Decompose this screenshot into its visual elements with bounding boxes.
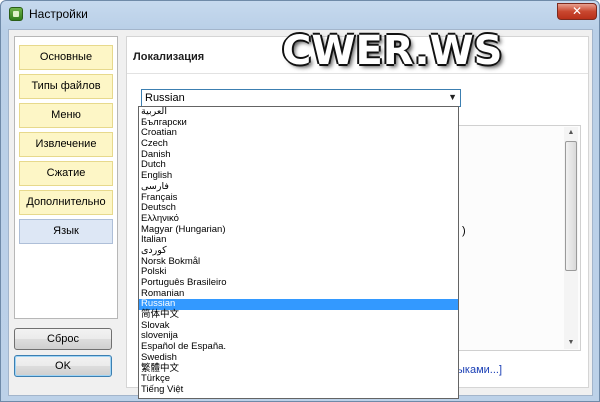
language-option[interactable]: Italian [139,235,458,246]
nav-item-advanced[interactable]: Дополнительно [19,190,113,215]
language-option[interactable]: Czech [139,138,458,150]
reset-button[interactable]: Сброс [14,328,112,350]
section-title: Локализация [133,51,205,63]
scroll-thumb[interactable] [565,141,577,271]
watermark-logo: CWER.WS [264,12,504,74]
nav-item-file-types[interactable]: Типы файлов [19,74,113,99]
language-option[interactable]: Norsk Bokmål [139,256,458,268]
watermark-text: CWER.WS [282,28,503,74]
language-option[interactable]: العربية [139,107,458,118]
language-option[interactable]: Deutsch [139,202,458,214]
language-option[interactable]: Croatian [139,128,458,139]
language-option[interactable]: Swedish [139,352,458,364]
partial-text: ) [462,225,466,237]
language-select-value: Russian [145,92,185,104]
scroll-up-icon[interactable]: ▲ [564,127,578,139]
close-button[interactable]: ✕ [557,3,597,20]
language-option[interactable]: English [139,170,458,182]
nav-item-general[interactable]: Основные [19,45,113,70]
language-option[interactable]: فارسی [139,181,458,193]
language-option[interactable]: Magyar (Hungarian) [139,224,458,236]
nav-panel: Основные Типы файлов Меню Извлечение Сжа… [14,36,118,319]
app-icon [9,7,23,21]
language-option[interactable]: 简体中文 [139,309,458,321]
ok-button[interactable]: OK [14,355,112,377]
language-option[interactable]: Türkçe [139,373,458,385]
language-dropdown-list[interactable]: العربية Български Croatian Czech Danish … [138,106,459,399]
nav-item-extraction[interactable]: Извлечение [19,132,113,157]
language-option[interactable]: Danish [139,149,458,161]
language-option[interactable]: Português Brasileiro [139,277,458,289]
language-option[interactable]: 繁體中文 [139,363,458,375]
chevron-down-icon[interactable]: ▼ [448,92,457,102]
language-option[interactable]: Ελληνικό [139,213,458,225]
window-title: Настройки [29,7,88,21]
language-select[interactable]: Russian ▼ [141,89,461,107]
language-option[interactable]: Slovak [139,320,458,332]
language-option[interactable]: Français [139,192,458,204]
language-option-selected[interactable]: Russian [139,299,458,311]
language-option[interactable]: Български [139,117,458,129]
language-option[interactable]: Tiếng Việt [139,384,458,396]
language-option[interactable]: Español de España. [139,341,458,353]
vertical-scrollbar[interactable]: ▲ ▼ [564,127,578,349]
language-option[interactable]: Dutch [139,160,458,171]
nav-item-compression[interactable]: Сжатие [19,161,113,186]
nav-item-menu[interactable]: Меню [19,103,113,128]
scroll-down-icon[interactable]: ▼ [564,337,578,349]
language-option[interactable]: Romanian [139,288,458,300]
nav-item-language[interactable]: Язык [19,219,113,244]
